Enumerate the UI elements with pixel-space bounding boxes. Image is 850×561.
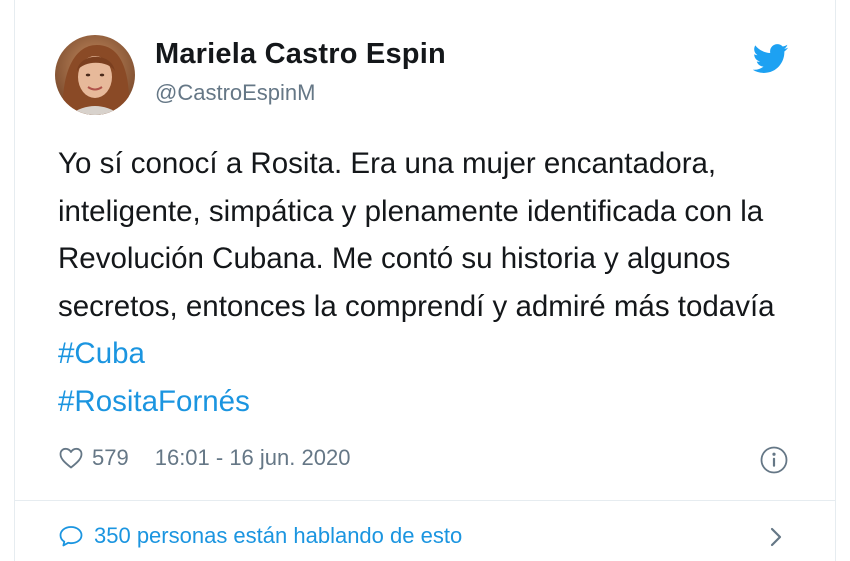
tweet-body: Yo sí conocí a Rosita. Era una mujer enc… (58, 147, 775, 323)
like-count[interactable]: 579 (92, 445, 129, 471)
speech-bubble-icon (59, 526, 83, 547)
info-icon[interactable] (759, 445, 789, 475)
heart-icon[interactable] (58, 446, 84, 470)
conversation-label: 350 personas están hablando de esto (94, 523, 463, 548)
timestamp[interactable]: 16:01 - 16 jun. 2020 (155, 445, 351, 471)
author-name[interactable]: Mariela Castro Espin (155, 38, 446, 71)
author-handle[interactable]: @CastroEspinM (155, 80, 316, 106)
avatar[interactable] (55, 35, 135, 115)
chevron-right-icon[interactable] (767, 524, 785, 550)
twitter-bird-icon[interactable] (753, 44, 789, 74)
hashtag-rosita-fornes[interactable]: #RositaFornés (58, 385, 250, 418)
tweet-meta: 579 16:01 - 16 jun. 2020 (58, 440, 350, 476)
tweet-text: Yo sí conocí a Rosita. Era una mujer enc… (58, 140, 818, 426)
conversation-link[interactable]: 350 personas están hablando de esto (58, 521, 462, 551)
hashtag-cuba[interactable]: #Cuba (58, 337, 145, 370)
divider (15, 500, 835, 501)
tweet-card: Mariela Castro Espin @CastroEspinM Yo sí… (14, 0, 836, 561)
